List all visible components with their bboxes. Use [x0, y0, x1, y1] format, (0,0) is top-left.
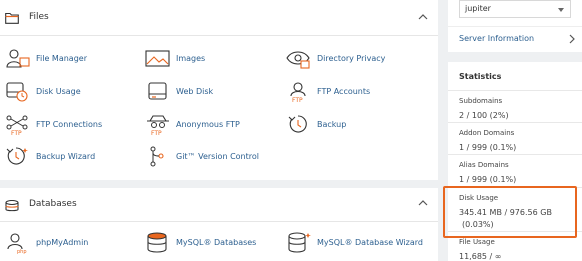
stat-addon-domains: Addon Domains 1 / 999 (0.1%)	[448, 122, 582, 152]
svg-text:FTP: FTP	[151, 130, 162, 136]
stat-subdomains: Subdomains 2 / 100 (2%)	[448, 90, 582, 126]
app-mysql-databases[interactable]: MySQL® Databases	[145, 232, 285, 254]
svg-text:php: php	[17, 249, 27, 254]
theme-select-container: jupiter	[448, 0, 582, 26]
databases-header[interactable]: Databases	[0, 188, 438, 222]
anonymous-ftp-icon: FTP	[147, 115, 169, 136]
files-panel: Files File Manager Images Directory Priv…	[0, 0, 438, 180]
stat-alias-domains: Alias Domains 1 / 999 (0.1%)	[448, 154, 582, 184]
file-manager-icon	[6, 49, 30, 68]
theme-select-value: jupiter	[465, 4, 491, 13]
chevron-up-icon[interactable]	[418, 13, 428, 21]
app-label: MySQL® Databases	[176, 238, 257, 247]
disk-usage-highlight	[443, 186, 577, 238]
app-backup-wizard[interactable]: Backup Wizard	[5, 146, 135, 168]
svg-text:FTP: FTP	[292, 97, 303, 103]
app-backup[interactable]: Backup	[286, 114, 426, 136]
app-label: Backup Wizard	[36, 152, 96, 161]
server-information-label: Server Information	[459, 34, 535, 43]
dropdown-arrow-icon	[558, 8, 564, 12]
app-label: Disk Usage	[36, 87, 81, 96]
app-disk-usage[interactable]: Disk Usage	[5, 81, 135, 103]
ftp-accounts-icon: FTP	[290, 82, 306, 103]
mysql-databases-icon	[147, 232, 167, 253]
app-label: File Manager	[36, 54, 87, 63]
app-label: MySQL® Database Wizard	[317, 238, 424, 247]
app-label: Backup	[317, 120, 347, 129]
app-label: FTP Connections	[36, 120, 103, 129]
databases-title: Databases	[29, 199, 77, 209]
server-information-link[interactable]: Server Information	[448, 26, 582, 52]
stat-key: File Usage	[459, 238, 495, 246]
mysql-wizard-icon	[288, 232, 311, 253]
backup-icon	[288, 115, 307, 133]
files-title: Files	[29, 12, 49, 22]
app-file-manager[interactable]: File Manager	[5, 48, 135, 70]
git-icon	[150, 146, 164, 167]
backup-wizard-icon	[6, 147, 28, 165]
chevron-up-icon[interactable]	[418, 199, 428, 207]
app-label: phpMyAdmin	[36, 238, 89, 247]
app-phpmyadmin[interactable]: php phpMyAdmin	[5, 232, 135, 254]
theme-select[interactable]: jupiter	[459, 0, 571, 18]
svg-text:FTP: FTP	[11, 130, 22, 136]
app-ftp-accounts[interactable]: FTP FTP Accounts	[286, 81, 426, 103]
app-label: Images	[176, 54, 206, 63]
app-git-version-control[interactable]: Git™ Version Control	[145, 146, 295, 168]
stat-value: 11,685 / ∞	[459, 252, 502, 261]
app-directory-privacy[interactable]: Directory Privacy	[286, 48, 426, 70]
stat-value: 1 / 999 (0.1%)	[459, 175, 517, 184]
app-label: Directory Privacy	[317, 54, 386, 63]
stat-value: 2 / 100 (2%)	[459, 111, 509, 120]
app-images[interactable]: Images	[145, 48, 275, 70]
app-mysql-database-wizard[interactable]: MySQL® Database Wizard	[286, 232, 436, 254]
files-header[interactable]: Files	[0, 0, 438, 36]
chevron-right-icon	[569, 34, 575, 44]
stat-key: Addon Domains	[459, 129, 515, 137]
ftp-connections-icon: FTP	[6, 115, 28, 136]
statistics-title: Statistics	[459, 72, 502, 81]
stat-key: Subdomains	[459, 97, 503, 105]
directory-privacy-icon	[286, 51, 310, 69]
stat-value: 1 / 999 (0.1%)	[459, 143, 517, 152]
images-icon	[145, 50, 170, 67]
disk-usage-icon	[6, 82, 28, 102]
app-label: Git™ Version Control	[176, 152, 259, 161]
web-disk-icon	[148, 82, 167, 100]
app-ftp-connections[interactable]: FTP FTP Connections	[5, 114, 135, 136]
app-label: Anonymous FTP	[176, 120, 240, 129]
stat-key: Alias Domains	[459, 161, 509, 169]
phpmyadmin-icon: php	[7, 233, 27, 254]
database-icon	[5, 200, 19, 212]
databases-panel: Databases php phpMyAdmin MySQL® Database…	[0, 188, 438, 261]
folder-icon	[5, 12, 19, 24]
app-anonymous-ftp[interactable]: FTP Anonymous FTP	[145, 114, 275, 136]
app-web-disk[interactable]: Web Disk	[145, 81, 275, 103]
app-label: Web Disk	[176, 87, 214, 96]
app-label: FTP Accounts	[317, 87, 371, 96]
